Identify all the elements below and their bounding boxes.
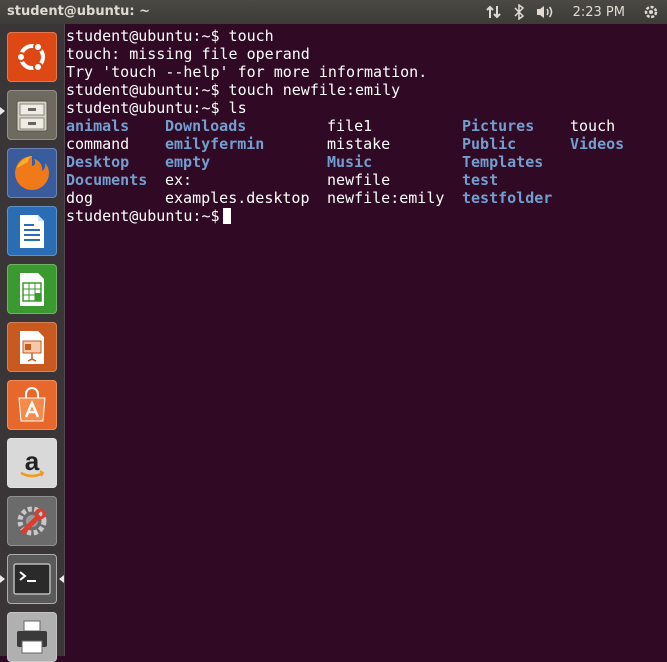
ls-row: animals Downloads file1 Pictures touch bbox=[66, 117, 667, 135]
ls-entry: command bbox=[66, 135, 130, 153]
launcher-item-printer[interactable] bbox=[7, 612, 57, 662]
launcher-item-libreoffice-calc[interactable] bbox=[7, 264, 57, 314]
launcher-item-terminal[interactable] bbox=[7, 554, 57, 604]
svg-text:a: a bbox=[25, 446, 40, 476]
ls-entry: emilyfermin bbox=[165, 135, 265, 153]
ls-row: dog examples.desktop newfile:emily testf… bbox=[66, 189, 667, 207]
shopping-bag-icon bbox=[12, 385, 52, 425]
ls-entry: examples.desktop bbox=[165, 189, 310, 207]
terminal-prompt-line[interactable]: student@ubuntu:~$ bbox=[66, 207, 667, 225]
terminal-line: student@ubuntu:~$ ls bbox=[66, 99, 247, 117]
window-title: student@ubuntu: ~ bbox=[7, 4, 150, 19]
ls-entry: Music bbox=[327, 153, 373, 171]
ls-entry bbox=[570, 153, 660, 171]
terminal-line: student@ubuntu:~$ touch newfile:emily bbox=[66, 81, 401, 99]
ls-entry: testfolder bbox=[462, 189, 553, 207]
ubuntu-logo-icon bbox=[12, 37, 52, 77]
ls-entry: newfile bbox=[327, 171, 391, 189]
ls-entry: file1 bbox=[327, 117, 373, 135]
bluetooth-icon[interactable] bbox=[513, 0, 525, 24]
network-arrows-icon[interactable] bbox=[485, 0, 503, 24]
ls-output: animals Downloads file1 Pictures touch c… bbox=[66, 117, 667, 207]
ls-entry: dog bbox=[66, 189, 94, 207]
ls-entry: Downloads bbox=[165, 117, 247, 135]
ls-entry: Templates bbox=[462, 153, 544, 171]
terminal-window[interactable]: student@ubuntu:~$ touch touch: missing f… bbox=[65, 24, 667, 656]
ls-row: command emilyfermin mistake Public Video… bbox=[66, 135, 667, 153]
ls-entry: animals bbox=[66, 117, 130, 135]
ls-entry: mistake bbox=[327, 135, 391, 153]
text-cursor bbox=[222, 208, 231, 224]
ls-entry: Pictures bbox=[462, 117, 535, 135]
launcher-item-firefox[interactable] bbox=[7, 148, 57, 198]
printer-icon bbox=[12, 617, 52, 657]
launcher-item-software-center[interactable] bbox=[7, 380, 57, 430]
prompt: student@ubuntu:~$ bbox=[66, 207, 220, 225]
launcher-item-system-settings[interactable] bbox=[7, 496, 57, 546]
calc-sheet-icon bbox=[12, 269, 52, 309]
ls-row: Desktop empty Music Templates bbox=[66, 153, 667, 171]
terminal-focused-indicator bbox=[59, 575, 64, 583]
file-cabinet-icon bbox=[12, 95, 52, 135]
launcher-item-files[interactable] bbox=[7, 90, 57, 140]
ls-entry: empty bbox=[165, 153, 211, 171]
ls-row: Documents ex: newfile test bbox=[66, 171, 667, 189]
clock[interactable]: 2:23 PM bbox=[573, 0, 625, 24]
volume-icon[interactable] bbox=[535, 0, 555, 24]
ls-entry: Documents bbox=[66, 171, 148, 189]
ls-entry: test bbox=[462, 171, 499, 189]
system-tray: 2:23 PM bbox=[475, 0, 659, 24]
launcher-item-libreoffice-writer[interactable] bbox=[7, 206, 57, 256]
top-panel: student@ubuntu: ~ 2:23 PM bbox=[0, 0, 667, 24]
ls-entry: touch bbox=[570, 117, 616, 135]
terminal-line: student@ubuntu:~$ touch bbox=[66, 27, 274, 45]
terminal-icon bbox=[11, 558, 53, 600]
terminal-running-indicator bbox=[0, 575, 5, 583]
settings-wrench-icon bbox=[12, 501, 52, 541]
firefox-icon bbox=[11, 152, 53, 194]
ls-entry bbox=[570, 171, 660, 189]
power-gear-icon[interactable] bbox=[643, 0, 659, 24]
writer-doc-icon bbox=[12, 211, 52, 251]
launcher-item-amazon[interactable]: a bbox=[7, 438, 57, 488]
impress-slide-icon bbox=[12, 327, 52, 367]
ls-entry: Public bbox=[462, 135, 517, 153]
terminal-line: Try 'touch --help' for more information. bbox=[66, 63, 428, 81]
ls-entry: Videos bbox=[570, 135, 625, 153]
files-running-indicator bbox=[0, 107, 5, 115]
amazon-logo-icon: a bbox=[12, 443, 52, 483]
launcher-item-libreoffice-impress[interactable] bbox=[7, 322, 57, 372]
terminal-line: touch: missing file operand bbox=[66, 45, 310, 63]
ls-entry: newfile:emily bbox=[327, 189, 445, 207]
ls-entry: Desktop bbox=[66, 153, 130, 171]
ls-entry: ex: bbox=[165, 171, 193, 189]
launcher-item-ubuntu-dash[interactable] bbox=[7, 32, 57, 82]
ls-entry bbox=[570, 189, 660, 207]
launcher: a bbox=[0, 24, 65, 662]
